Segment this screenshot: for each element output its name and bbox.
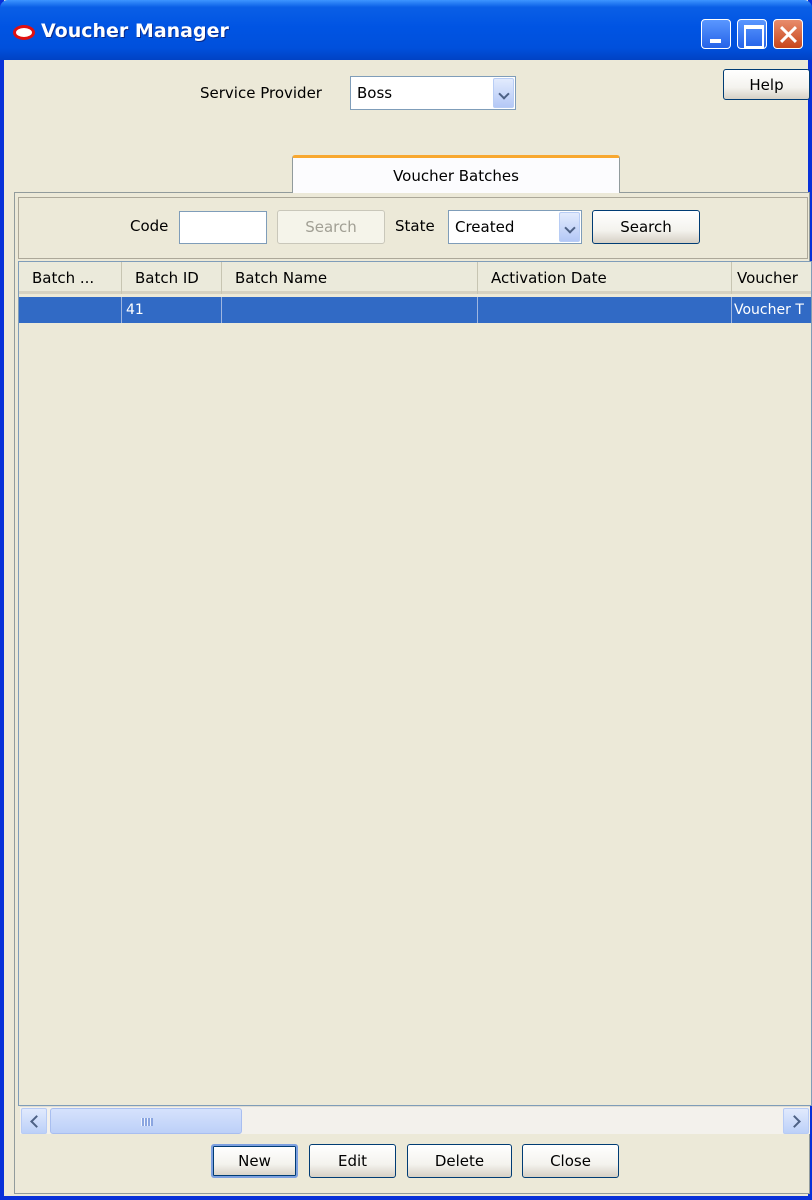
cell-batch-id: 41 [122,297,222,323]
horizontal-scrollbar[interactable] [20,1106,810,1134]
column-header-batch-id[interactable]: Batch ID [122,262,222,294]
scrollbar-thumb[interactable] [50,1108,242,1134]
tab-voucher-batches[interactable]: Voucher Batches [292,155,620,193]
new-button[interactable]: New [211,1144,298,1178]
service-provider-value: Boss [357,84,393,102]
voucher-manager-window: Voucher Manager Service Provider Boss He… [0,0,812,1200]
column-header-batch[interactable]: Batch ... [19,262,122,294]
close-button[interactable]: Close [522,1144,619,1178]
edit-button[interactable]: Edit [309,1144,396,1178]
scroll-left-icon[interactable] [21,1108,47,1134]
code-input[interactable] [179,211,267,244]
window-title: Voucher Manager [41,20,229,42]
tab-label: Voucher Batches [393,166,519,185]
column-header-batch-name[interactable]: Batch Name [222,262,478,294]
column-header-voucher[interactable]: Voucher [732,262,811,294]
state-select[interactable]: Created [448,210,582,244]
service-provider-select[interactable]: Boss [350,76,516,110]
close-icon[interactable] [773,19,803,49]
table-row[interactable]: 41 Voucher T [19,297,811,323]
state-label: State [395,217,435,235]
cell-voucher: Voucher T [732,297,811,323]
help-button[interactable]: Help [723,69,810,100]
table-header: Batch ... Batch ID Batch Name Activation… [19,262,811,294]
state-search-button[interactable]: Search [592,210,700,244]
oracle-logo-icon [13,25,35,40]
batch-table[interactable]: Batch ... Batch ID Batch Name Activation… [18,261,812,1106]
scrollbar-grip [141,1118,153,1126]
minimize-icon[interactable] [701,19,731,49]
code-search-button[interactable]: Search [277,210,385,244]
service-provider-label: Service Provider [200,84,322,102]
maximize-icon[interactable] [737,19,767,49]
title-bar[interactable]: Voucher Manager [0,0,812,60]
scroll-right-icon[interactable] [783,1108,809,1134]
cell-batch-name [222,297,478,323]
delete-button[interactable]: Delete [407,1144,512,1178]
state-value: Created [455,218,515,236]
chevron-down-icon[interactable] [559,212,580,242]
chevron-down-icon[interactable] [493,78,514,108]
column-header-activation-date[interactable]: Activation Date [478,262,732,294]
cell-batch [19,297,122,323]
cell-activation-date [478,297,732,323]
code-label: Code [130,217,169,235]
